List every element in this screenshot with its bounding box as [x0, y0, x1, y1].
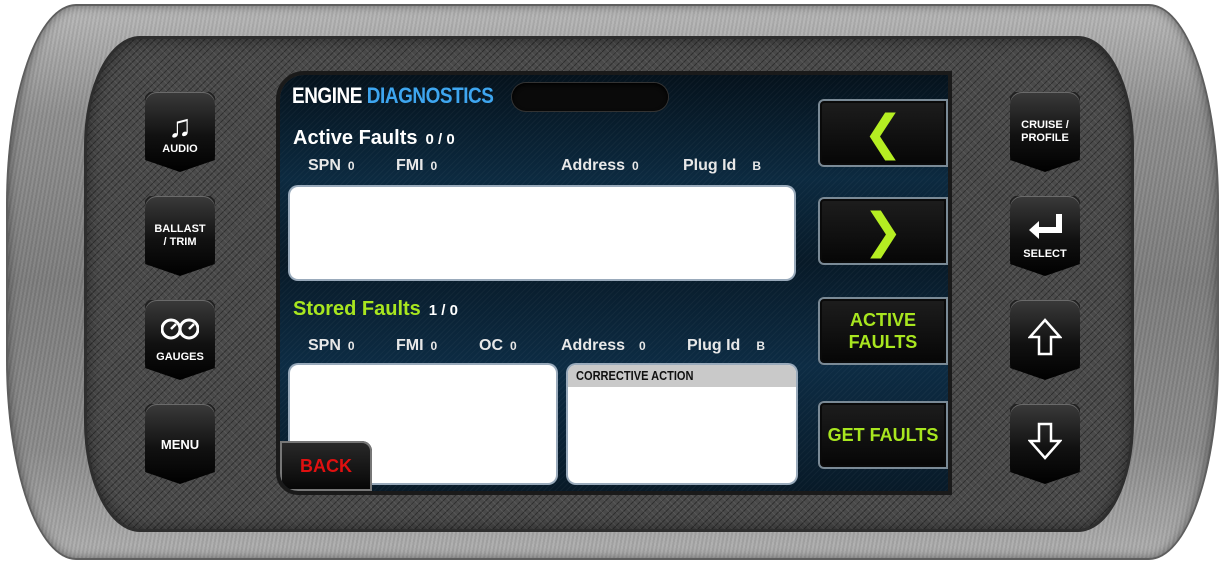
stored-spn: SPN 0	[308, 337, 355, 355]
select-label: SELECT	[1023, 247, 1067, 260]
fmi-label: FMI	[396, 157, 424, 174]
stored-faults-heading: Stored Faults 1 / 0	[293, 298, 458, 321]
address-label: Address	[561, 157, 626, 174]
fmi-value: 0	[430, 159, 438, 173]
stored-oc: OC 0	[479, 337, 517, 355]
cruise-profile-label: CRUISE / PROFILE	[1021, 119, 1069, 144]
gauges-label: GAUGES	[156, 350, 204, 363]
spn-value: 0	[347, 159, 355, 173]
corrective-action-header: CORRECTIVE ACTION	[568, 365, 796, 387]
get-faults-button[interactable]: GET FAULTS	[818, 401, 948, 469]
active-plug-id: Plug Id B	[683, 157, 761, 175]
next-button[interactable]: ❯	[818, 197, 948, 265]
active-fmi: FMI 0	[396, 157, 437, 175]
chevron-right-icon: ❯	[862, 203, 904, 259]
active-faults-count: 0 / 0	[425, 131, 455, 148]
cruise-profile-button[interactable]: CRUISE / PROFILE	[1010, 92, 1080, 172]
ballast-trim-button[interactable]: BALLAST / TRIM	[145, 196, 215, 276]
enter-arrow-icon	[1025, 212, 1065, 248]
display-screen: ENGINE DIAGNOSTICS Active Faults 0 / 0 SP…	[280, 75, 948, 491]
stored-address: Address 0	[561, 337, 646, 355]
up-button[interactable]	[1010, 300, 1080, 380]
back-button[interactable]: BACK	[280, 441, 372, 491]
plug-id-value: B	[752, 159, 761, 173]
plug-id-label: Plug Id	[687, 337, 741, 354]
stored-faults-title: Stored Faults	[293, 298, 421, 320]
fmi-value: 0	[430, 339, 438, 353]
get-faults-button-label: GET FAULTS	[827, 425, 939, 445]
down-button[interactable]	[1010, 404, 1080, 484]
title-engine: ENGINE	[292, 83, 362, 108]
spn-value: 0	[347, 339, 355, 353]
active-faults-button-label: ACTIVE FAULTS	[848, 310, 918, 352]
stored-faults-count: 1 / 0	[428, 302, 458, 319]
audio-label: AUDIO	[162, 142, 198, 155]
page-title: ENGINE DIAGNOSTICS	[292, 83, 494, 109]
gauges-icon	[160, 317, 200, 351]
active-faults-list	[290, 187, 794, 279]
active-spn: SPN 0	[308, 157, 355, 175]
plug-id-label: Plug Id	[683, 157, 737, 174]
active-faults-title: Active Faults	[293, 127, 418, 149]
corrective-action-label: CORRECTIVE ACTION	[576, 368, 694, 383]
spn-label: SPN	[308, 337, 341, 354]
address-value: 0	[632, 159, 639, 173]
gauges-button[interactable]: GAUGES	[145, 300, 215, 380]
menu-button[interactable]: MENU	[145, 404, 215, 484]
address-value: 0	[639, 339, 646, 353]
chevron-left-icon: ❮	[862, 105, 904, 161]
active-faults-button[interactable]: ACTIVE FAULTS	[818, 297, 948, 365]
active-address: Address 0	[561, 157, 639, 175]
fmi-label: FMI	[396, 337, 424, 354]
stored-fmi: FMI 0	[396, 337, 437, 355]
select-button[interactable]: SELECT	[1010, 196, 1080, 276]
address-label: Address	[561, 337, 626, 354]
spn-label: SPN	[308, 157, 341, 174]
plug-id-value: B	[756, 339, 765, 353]
title-diagnostics: DIAGNOSTICS	[366, 83, 494, 108]
audio-button[interactable]: ♫ AUDIO	[145, 92, 215, 172]
up-arrow-icon	[1027, 317, 1063, 363]
previous-button[interactable]: ❮	[818, 99, 948, 167]
oc-value: 0	[510, 339, 517, 353]
status-pill	[512, 83, 668, 111]
active-faults-heading: Active Faults 0 / 0	[293, 127, 455, 150]
ballast-trim-label: BALLAST / TRIM	[154, 223, 206, 248]
stored-plug-id: Plug Id B	[687, 337, 765, 355]
music-note-icon: ♫	[168, 107, 192, 144]
oc-label: OC	[479, 337, 503, 354]
menu-label: MENU	[160, 436, 200, 452]
back-label: BACK	[300, 455, 352, 476]
down-arrow-icon	[1027, 421, 1063, 467]
